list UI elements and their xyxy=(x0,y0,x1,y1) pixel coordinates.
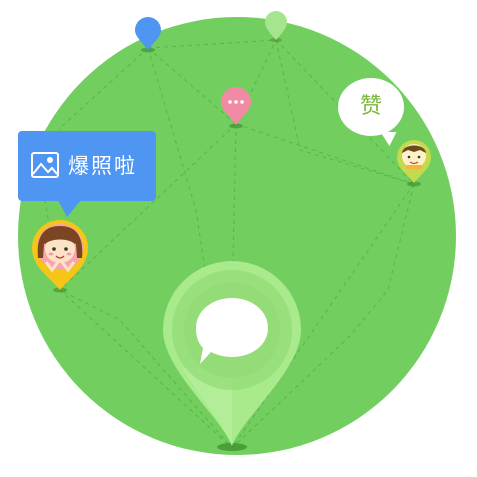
photo-callout[interactable]: 爆照啦 xyxy=(18,131,156,217)
like-label: 赞 xyxy=(359,94,382,119)
map-scene xyxy=(18,11,456,455)
callout-label: 爆照啦 xyxy=(68,154,137,178)
like-bubble[interactable]: 赞 xyxy=(338,78,404,136)
image-icon xyxy=(31,152,59,178)
ellipsis-icon xyxy=(228,100,244,104)
